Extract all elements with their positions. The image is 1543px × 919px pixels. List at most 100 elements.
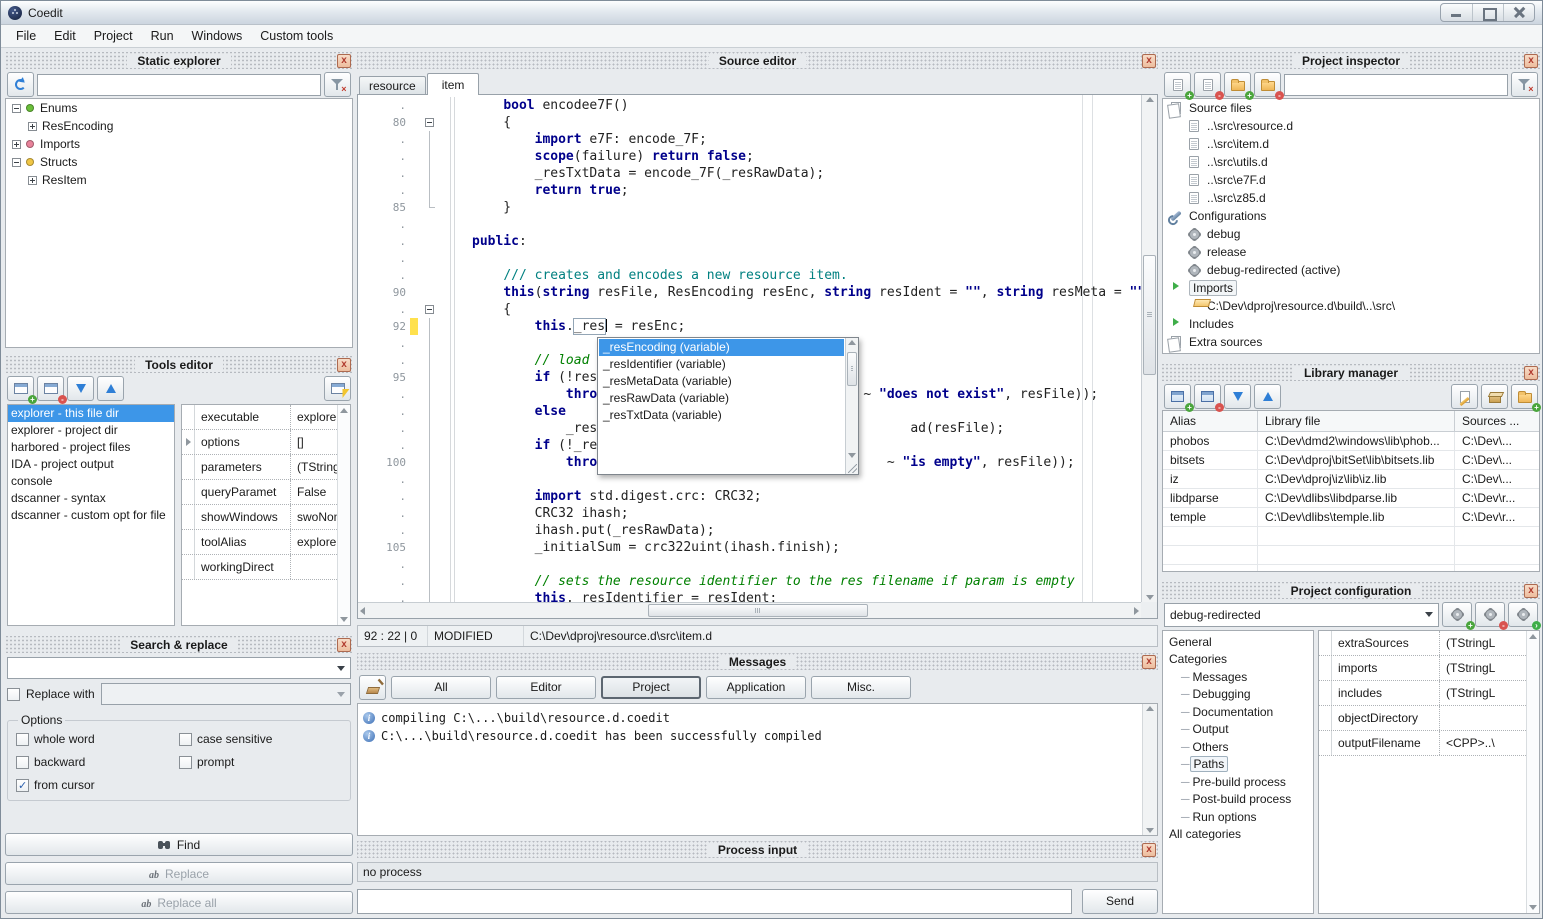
close-icon[interactable]: [1524, 54, 1538, 68]
move-library-up-button[interactable]: [1254, 384, 1281, 409]
library-row[interactable]: templeC:\Dev\dlibs\temple.libC:\Dev\r...: [1163, 508, 1539, 527]
tree-item[interactable]: ResItem: [6, 171, 352, 189]
clear-filter-button[interactable]: [324, 72, 351, 97]
column-header[interactable]: Alias: [1163, 411, 1258, 431]
category-post-build-process[interactable]: ─Post-build process: [1163, 791, 1313, 809]
property-row[interactable]: showWindowsswoNone: [182, 505, 337, 530]
category-paths[interactable]: ─Paths: [1163, 756, 1313, 774]
property-value[interactable]: [291, 555, 337, 579]
tool-list-item[interactable]: dscanner - custom opt for file: [8, 507, 174, 524]
edit-library-button[interactable]: [1451, 384, 1478, 409]
move-library-down-button[interactable]: [1224, 384, 1251, 409]
tab-resource[interactable]: resource: [359, 76, 426, 94]
add-tool-button[interactable]: [7, 376, 34, 401]
property-row[interactable]: parameters(TStringL: [182, 455, 337, 480]
add-library-button[interactable]: [1164, 384, 1191, 409]
project-tree-item[interactable]: Extra sources: [1163, 333, 1539, 351]
scroll-up-icon[interactable]: [1529, 634, 1537, 639]
move-tool-down-button[interactable]: [67, 376, 94, 401]
menu-edit[interactable]: Edit: [45, 26, 85, 46]
column-header[interactable]: Sources ...: [1455, 411, 1539, 431]
category-pre-build-process[interactable]: ─Pre-build process: [1163, 773, 1313, 791]
menu-custom-tools[interactable]: Custom tools: [251, 26, 342, 46]
symbol-filter-input[interactable]: [37, 74, 321, 96]
project-tree-item[interactable]: Source files: [1163, 99, 1539, 117]
add-folder-button[interactable]: [1224, 72, 1251, 97]
tree-item[interactable]: ResEncoding: [6, 117, 352, 135]
project-tree-item[interactable]: Imports: [1163, 279, 1539, 297]
tool-list-item[interactable]: harbored - project files: [8, 439, 174, 456]
library-from-project-button[interactable]: [1481, 384, 1508, 409]
tab-item[interactable]: item: [427, 73, 480, 95]
property-row[interactable]: options[]: [182, 430, 337, 455]
filter-button-editor[interactable]: Editor: [496, 676, 596, 699]
property-row[interactable]: extraSources(TStringL: [1319, 631, 1526, 656]
checked-checkbox[interactable]: [16, 779, 29, 792]
close-icon[interactable]: [1142, 54, 1156, 68]
resize-grip-icon[interactable]: [848, 464, 857, 473]
scroll-up-icon[interactable]: [340, 408, 348, 413]
menu-project[interactable]: Project: [85, 26, 142, 46]
search-combo[interactable]: [7, 657, 351, 679]
close-icon[interactable]: [1524, 584, 1538, 598]
remove-configuration-button[interactable]: [1475, 602, 1505, 627]
menu-file[interactable]: File: [7, 26, 45, 46]
project-tree-item[interactable]: ..\src\item.d: [1163, 135, 1539, 153]
project-tree-item[interactable]: debug-redirected (active): [1163, 261, 1539, 279]
property-value[interactable]: explorer: [291, 405, 337, 429]
property-row[interactable]: toolAliasexplorer: [182, 530, 337, 555]
project-tree-item[interactable]: release: [1163, 243, 1539, 261]
completion-item[interactable]: _resRawData (variable): [599, 390, 844, 407]
tool-list-item[interactable]: explorer - project dir: [8, 422, 174, 439]
category-all-categories[interactable]: All categories: [1163, 826, 1313, 844]
minimize-button[interactable]: [1441, 4, 1472, 21]
project-tree-item[interactable]: Configurations: [1163, 207, 1539, 225]
project-tree-item[interactable]: debug: [1163, 225, 1539, 243]
property-row[interactable]: executableexplorer: [182, 405, 337, 430]
property-row[interactable]: imports(TStringL: [1319, 656, 1526, 681]
scroll-down-icon[interactable]: [340, 617, 348, 622]
grid-scrollbar[interactable]: [337, 405, 350, 625]
project-tree-item[interactable]: C:\Dev\dproj\resource.d\build\..\src\: [1163, 297, 1539, 315]
remove-file-button[interactable]: [1194, 72, 1221, 97]
remove-library-button[interactable]: [1194, 384, 1221, 409]
library-from-folder-button[interactable]: [1511, 384, 1538, 409]
expand-icon[interactable]: [28, 122, 37, 131]
property-row[interactable]: objectDirectory: [1319, 706, 1526, 731]
property-value[interactable]: swoNone: [291, 505, 337, 529]
replace-button[interactable]: Replace: [5, 862, 353, 885]
project-tree-item[interactable]: Includes: [1163, 315, 1539, 333]
unchecked-checkbox[interactable]: [16, 733, 29, 746]
configuration-select[interactable]: debug-redirected: [1164, 603, 1439, 627]
expand-icon[interactable]: [186, 438, 191, 446]
messages-scrollbar[interactable]: [1142, 704, 1157, 835]
editor-vertical-scrollbar[interactable]: [1141, 95, 1157, 602]
replace-all-button[interactable]: Replace all: [5, 891, 353, 914]
expand-icon[interactable]: [12, 140, 21, 149]
execute-tool-button[interactable]: [324, 376, 351, 401]
unchecked-checkbox[interactable]: [16, 756, 29, 769]
close-icon[interactable]: [1142, 843, 1156, 857]
menu-windows[interactable]: Windows: [183, 26, 252, 46]
close-icon[interactable]: [337, 54, 351, 68]
scroll-down-icon[interactable]: [1529, 905, 1537, 910]
filter-button-application[interactable]: Application: [706, 676, 806, 699]
clear-messages-button[interactable]: [359, 675, 386, 700]
property-value[interactable]: (TStringL: [1440, 656, 1526, 680]
filter-button-project[interactable]: Project: [601, 676, 701, 699]
editor-horizontal-scrollbar[interactable]: [358, 602, 1141, 618]
category-documentation[interactable]: ─Documentation: [1163, 703, 1313, 721]
completion-item[interactable]: _resEncoding (variable): [599, 339, 844, 356]
tool-list-item[interactable]: IDA - project output: [8, 456, 174, 473]
close-icon[interactable]: [337, 638, 351, 652]
property-row[interactable]: workingDirect: [182, 555, 337, 580]
category-debugging[interactable]: ─Debugging: [1163, 686, 1313, 704]
collapse-icon[interactable]: [12, 104, 21, 113]
property-row[interactable]: includes(TStringL: [1319, 681, 1526, 706]
add-file-button[interactable]: [1164, 72, 1191, 97]
tree-item[interactable]: Enums: [6, 99, 352, 117]
filter-button-misc[interactable]: Misc.: [811, 676, 911, 699]
clear-inspector-filter-button[interactable]: [1511, 72, 1538, 97]
close-button[interactable]: [1503, 4, 1534, 21]
message-entry[interactable]: C:\...\build\resource.d.coedit has been …: [363, 727, 1137, 745]
